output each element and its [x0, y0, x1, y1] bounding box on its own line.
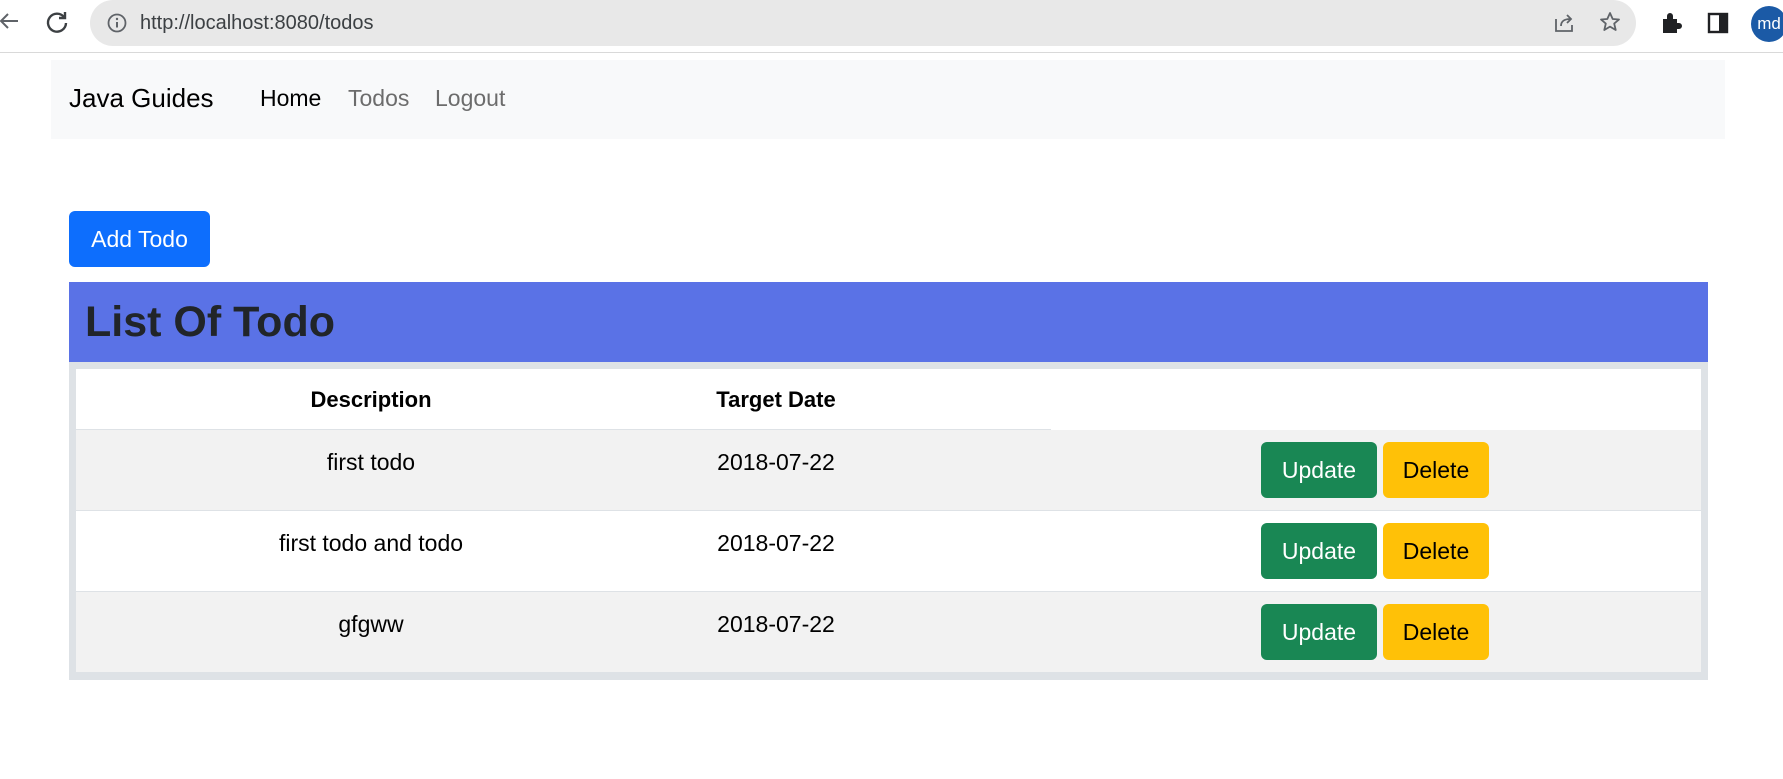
- todo-target-date: 2018-07-22: [717, 530, 835, 556]
- update-button[interactable]: Update: [1261, 442, 1377, 498]
- extensions-icon[interactable]: [1658, 10, 1684, 36]
- todo-description: first todo and todo: [278, 530, 464, 556]
- delete-button[interactable]: Delete: [1383, 442, 1489, 498]
- column-header-description: Description: [310, 387, 432, 412]
- navbar-brand[interactable]: Java Guides: [69, 80, 214, 116]
- update-button[interactable]: Update: [1261, 523, 1377, 579]
- table-row: gfgww 2018-07-22 Update Delete: [76, 592, 1701, 673]
- reload-icon[interactable]: [44, 9, 70, 35]
- navbar: Java Guides Home Todos Logout: [51, 60, 1725, 139]
- nav-link-home[interactable]: Home: [260, 82, 321, 114]
- url-text[interactable]: http://localhost:8080/todos: [140, 10, 374, 36]
- share-icon[interactable]: [1552, 11, 1576, 35]
- info-icon[interactable]: [106, 12, 128, 34]
- update-button[interactable]: Update: [1261, 604, 1377, 660]
- back-arrow-icon[interactable]: [0, 9, 20, 33]
- column-header-target-date: Target Date: [716, 387, 836, 412]
- todo-table: Description Target Date first todo 2018-…: [76, 369, 1701, 673]
- card-body: Description Target Date first todo 2018-…: [69, 362, 1708, 680]
- todo-description: first todo: [326, 449, 416, 475]
- add-todo-button[interactable]: Add Todo: [69, 211, 210, 267]
- star-icon[interactable]: [1598, 10, 1622, 34]
- table-row: first todo 2018-07-22 Update Delete: [76, 430, 1701, 511]
- browser-toolbar: http://localhost:8080/todos md: [0, 0, 1783, 53]
- todo-target-date: 2018-07-22: [717, 611, 835, 637]
- table-header: Description Target Date: [76, 369, 1701, 430]
- todo-target-date: 2018-07-22: [717, 449, 835, 475]
- card-title: List Of Todo: [85, 298, 335, 346]
- delete-button[interactable]: Delete: [1383, 523, 1489, 579]
- nav-link-todos[interactable]: Todos: [348, 82, 409, 114]
- nav-link-logout[interactable]: Logout: [435, 82, 505, 114]
- delete-button[interactable]: Delete: [1383, 604, 1489, 660]
- card-header: List Of Todo: [69, 282, 1708, 362]
- profile-avatar[interactable]: md: [1751, 6, 1783, 42]
- address-bar[interactable]: http://localhost:8080/todos: [90, 0, 1636, 46]
- side-panel-icon[interactable]: [1706, 11, 1730, 35]
- todo-description: gfgww: [338, 611, 404, 637]
- table-row: first todo and todo 2018-07-22 Update De…: [76, 511, 1701, 592]
